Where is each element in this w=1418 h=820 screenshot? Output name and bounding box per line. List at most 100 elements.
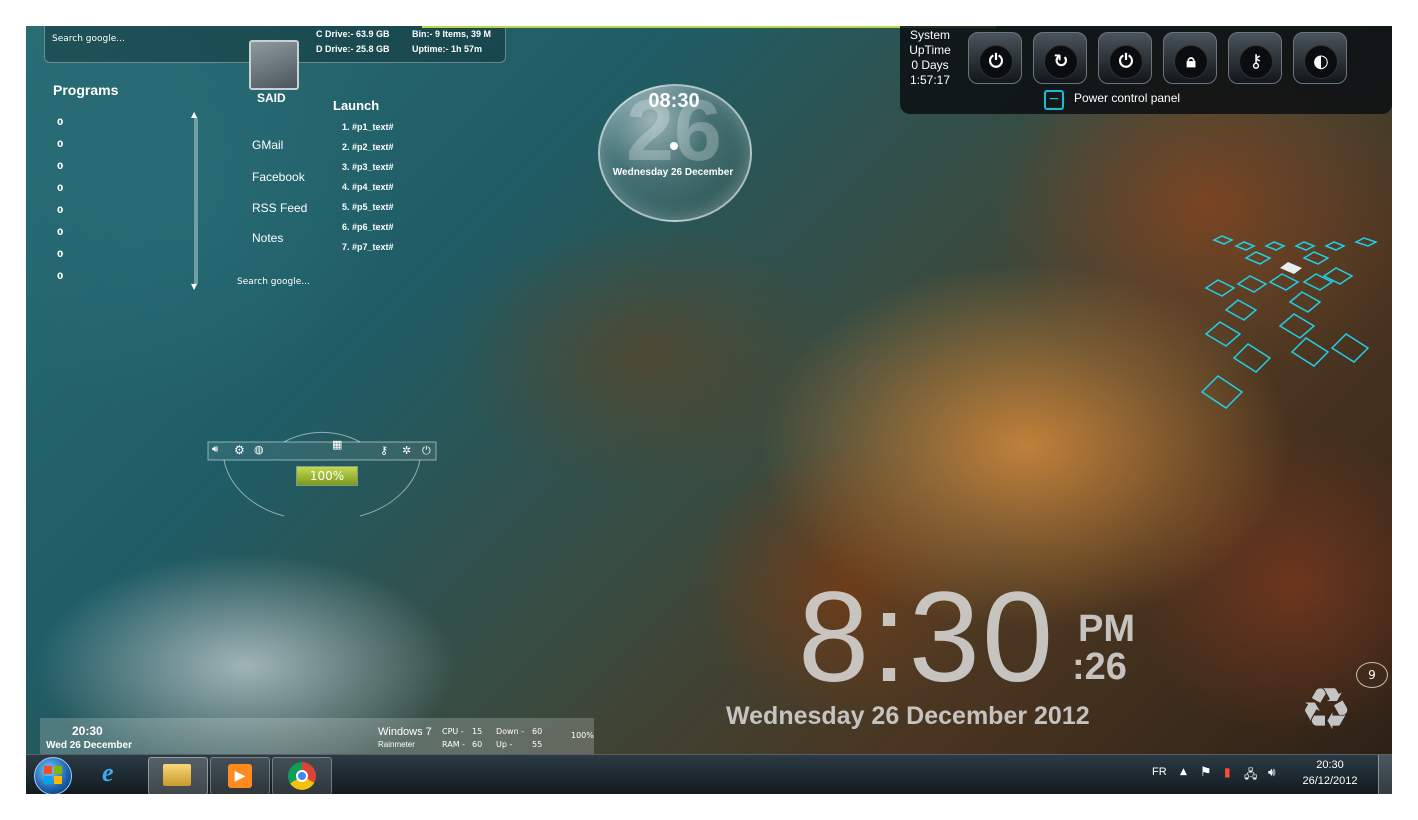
volume-icon[interactable]: 🔊︎ xyxy=(1268,765,1276,780)
ram-value: 60 xyxy=(472,740,483,749)
internet-explorer-icon: e xyxy=(102,758,114,787)
recycle-bin-count: 9 xyxy=(1356,662,1388,688)
strip-percent: 100% xyxy=(571,731,594,740)
key-button[interactable]: ⚷ xyxy=(1228,32,1282,84)
program-value: 0 xyxy=(57,162,64,172)
strip-app: Rainmeter xyxy=(378,740,415,749)
restart-button[interactable]: ↻ xyxy=(1033,32,1087,84)
action-center-flag-icon[interactable]: ⚑ xyxy=(1200,765,1212,780)
c-drive-info: C Drive:- 63.9 GB xyxy=(316,29,390,39)
restart-icon: ↻ xyxy=(1044,45,1078,79)
taskbar-chrome[interactable] xyxy=(272,757,332,794)
program-value: 0 xyxy=(57,272,64,282)
launch-item[interactable]: 2. #p2_text# xyxy=(342,142,394,152)
launch-item[interactable]: 6. #p6_text# xyxy=(342,222,394,232)
strip-date: Wed 26 December xyxy=(46,740,132,751)
volume-percent: 100% xyxy=(309,469,345,483)
cpu-value: 15 xyxy=(472,727,483,736)
link-gmail[interactable]: GMail xyxy=(252,138,283,152)
strip-os: Windows 7 xyxy=(378,726,432,738)
hex-cell xyxy=(1204,321,1242,347)
programs-scrollbar[interactable] xyxy=(194,118,198,284)
wrench-icon[interactable]: ⚷ xyxy=(380,444,388,457)
strip-time: 20:30 xyxy=(72,724,103,738)
key-icon: ⚷ xyxy=(1239,45,1273,79)
taskbar-time[interactable]: 20:30 xyxy=(1304,759,1356,771)
hibernate-button[interactable]: ◐ xyxy=(1293,32,1347,84)
system-uptime: System UpTime 0 Days 1:57:17 xyxy=(902,28,958,88)
hex-cell xyxy=(1302,273,1334,291)
hex-cell xyxy=(1264,241,1286,251)
program-value: 0 xyxy=(57,140,64,150)
show-desktop-button[interactable] xyxy=(1378,755,1392,794)
said-search-input[interactable]: Search google... xyxy=(237,277,310,287)
lock-button[interactable]: 🔒︎ xyxy=(1163,32,1217,84)
launch-item[interactable]: 4. #p4_text# xyxy=(342,182,394,192)
globe-icon[interactable]: ◍ xyxy=(254,443,264,456)
shutdown-button[interactable]: ⏻ xyxy=(1098,32,1152,84)
recycle-bin-icon[interactable]: ♻ xyxy=(1300,680,1352,738)
hex-cell-active xyxy=(1280,262,1302,274)
start-button[interactable] xyxy=(34,757,72,794)
program-value: 0 xyxy=(57,206,64,216)
taskbar-ie[interactable]: e xyxy=(86,757,144,793)
uptime-line: System xyxy=(909,28,950,42)
link-facebook[interactable]: Facebook xyxy=(252,170,305,184)
program-value: 0 xyxy=(57,118,64,128)
program-value: 0 xyxy=(57,250,64,260)
power-control-panel: System UpTime 0 Days 1:57:17 ⏻ ↻ ⏻ 🔒︎ ⚷ … xyxy=(900,26,1392,114)
hex-cell xyxy=(1302,251,1330,265)
grid-icon[interactable]: ▦ xyxy=(332,438,342,451)
brightness-icon[interactable]: ✲ xyxy=(402,444,411,457)
launch-item[interactable]: 5. #p5_text# xyxy=(342,202,394,212)
show-hidden-icons[interactable]: ▲ xyxy=(1180,767,1187,777)
taskbar-explorer[interactable] xyxy=(148,757,208,794)
settings-icon[interactable]: ⚙ xyxy=(234,443,245,457)
top-search-input[interactable]: Search google... xyxy=(52,34,125,44)
network-icon[interactable]: 🖧︎ xyxy=(1244,765,1257,786)
program-value: 0 xyxy=(57,184,64,194)
launch-title: Launch xyxy=(333,98,380,113)
ram-label: RAM - xyxy=(442,740,466,749)
hex-cell xyxy=(1354,237,1378,247)
hex-cell xyxy=(1232,343,1272,373)
link-rss-feed[interactable]: RSS Feed xyxy=(252,201,307,215)
volume-bar[interactable]: 100% xyxy=(296,466,358,486)
uptime-info: Uptime:- 1h 57m xyxy=(412,44,483,54)
scroll-up-icon[interactable]: ▲ xyxy=(191,110,197,119)
hex-cell xyxy=(1290,337,1330,367)
hex-launcher[interactable] xyxy=(1186,226,1386,426)
scroll-down-icon[interactable]: ▼ xyxy=(191,282,197,291)
taskbar-media[interactable]: ▶ xyxy=(210,757,270,794)
hex-cell xyxy=(1278,313,1316,339)
power-icon[interactable]: ⏻ xyxy=(422,444,431,458)
uptime-line: 0 Days xyxy=(911,58,949,72)
launch-item[interactable]: 3. #p3_text# xyxy=(342,162,394,172)
user-avatar[interactable] xyxy=(249,40,299,90)
chrome-icon xyxy=(288,762,316,790)
bubble-clock-time: 08:30 xyxy=(648,90,700,112)
speaker-icon[interactable]: 🔊︎ xyxy=(212,444,218,455)
language-indicator[interactable]: FR xyxy=(1152,766,1167,778)
hex-cell xyxy=(1322,267,1354,285)
big-clock-ampm: PM xyxy=(1078,608,1135,650)
taskbar-date[interactable]: 26/12/2012 xyxy=(1300,775,1360,787)
power-button[interactable]: ⏻ xyxy=(968,32,1022,84)
programs-title: Programs xyxy=(53,82,119,98)
launch-item[interactable]: 1. #p1_text# xyxy=(342,122,394,132)
hex-cell xyxy=(1224,299,1258,321)
launch-item[interactable]: 7. #p7_text# xyxy=(342,242,394,252)
device-icon[interactable]: ▮ xyxy=(1224,765,1231,779)
hex-cell xyxy=(1324,241,1346,251)
desktop: Search google... C Drive:- 63.9 GB D Dri… xyxy=(26,26,1392,794)
collapse-icon[interactable]: − xyxy=(1044,90,1064,110)
file-explorer-icon xyxy=(163,764,191,786)
power-icon: ⏻ xyxy=(979,45,1013,79)
hex-cell xyxy=(1268,273,1300,291)
link-notes[interactable]: Notes xyxy=(252,231,283,245)
big-clock-time: 8:30 xyxy=(798,566,1056,709)
hex-cell xyxy=(1234,241,1256,251)
uptime-line: 1:57:17 xyxy=(909,73,951,87)
windows-logo-icon xyxy=(44,766,62,784)
up-label: Up - xyxy=(496,740,513,749)
